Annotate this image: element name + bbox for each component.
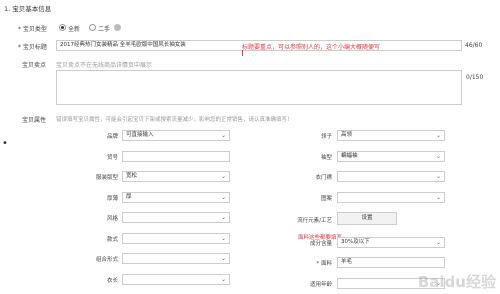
radio-used[interactable] — [89, 24, 96, 31]
attr-fit-select[interactable]: 宽松 ⌄ — [122, 171, 230, 182]
chevron-down-icon: ⌄ — [220, 173, 226, 180]
radio-new-label: 全新 — [68, 26, 81, 33]
selling-point-textarea[interactable] — [56, 70, 462, 105]
attr-sku-label: 货号 — [106, 155, 118, 161]
attr-composition-value: 30%及以下 — [341, 239, 370, 245]
chevron-down-icon: ⌄ — [220, 132, 226, 139]
attr-brand-value: 可直接输入 — [126, 132, 154, 138]
item-title-label: * 宝贝标题 — [18, 44, 47, 51]
chevron-down-icon: ⌄ — [435, 239, 441, 246]
radio-third[interactable] — [114, 24, 121, 31]
attr-placket-label: 衣门襟 — [315, 175, 332, 181]
radio-used-label: 二手 — [98, 26, 111, 33]
attr-style-select[interactable]: ⌄ — [122, 212, 230, 223]
chevron-down-icon: ⌄ — [435, 194, 441, 201]
attr-sleeve-select[interactable]: 蝙蝠袖 ⌄ — [337, 151, 445, 162]
chevron-down-icon: ⌄ — [220, 255, 226, 262]
attr-thickness-label: 厚薄 — [106, 196, 118, 202]
selling-point-counter: 0/150 — [466, 74, 484, 81]
chevron-down-icon: ⌄ — [435, 173, 441, 180]
attr-fabric-input[interactable]: 羊毛 — [337, 257, 445, 268]
attr-length-label: 衣长 — [106, 278, 118, 284]
attr-thickness-select[interactable]: 厚 ⌄ — [122, 192, 230, 203]
attr-collar-label: 领子 — [320, 134, 332, 140]
attr-sleeve-value: 蝙蝠袖 — [341, 153, 358, 159]
attributes-hint: 错误填写宝贝属性，可能会引起宝贝下架或搜索流量减少，影响您的正常销售，请认真准确… — [56, 117, 293, 123]
baidu-watermark: Baidu经验 — [417, 273, 496, 291]
attr-trend-label: 流行元素/工艺 — [297, 218, 332, 224]
attr-fit-value: 宽松 — [126, 173, 138, 179]
title-annotation: 标题要重点，可以参照别人的，这个小编大概随便写 — [242, 44, 381, 51]
attr-brand-select[interactable]: 可直接输入 ⌄ — [122, 130, 230, 141]
chevron-down-icon: ⌄ — [220, 276, 226, 283]
chevron-down-icon: ⌄ — [220, 235, 226, 242]
attr-collar-value: 高领 — [341, 132, 353, 138]
radio-new[interactable] — [59, 24, 66, 31]
chevron-down-icon: ⌄ — [435, 132, 441, 139]
attr-combo-label: 组合形式 — [95, 257, 118, 263]
attr-fabric-label: * 面料 — [316, 261, 333, 267]
attr-sleeve-label: 袖型 — [320, 155, 332, 161]
attr-composition-label: 成分含量 — [309, 241, 332, 247]
chevron-down-icon: ⌄ — [220, 214, 226, 221]
section-title: 1. 宝贝基本信息 — [4, 5, 52, 13]
attr-combo-select[interactable]: ⌄ — [122, 253, 230, 264]
selling-point-hint: 宝贝卖点不在无线商品详情页中展示 — [56, 62, 153, 69]
attr-thickness-value: 厚 — [126, 194, 132, 200]
attr-placket-select[interactable]: ⌄ — [337, 171, 445, 182]
attr-brand-label: 品牌 — [106, 134, 118, 140]
attr-style-label: 风格 — [106, 216, 118, 222]
attr-collar-select[interactable]: 高领 ⌄ — [337, 130, 445, 141]
attr-age-label: 适用年龄 — [309, 282, 332, 288]
chevron-down-icon: ⌄ — [220, 194, 226, 201]
item-type-label: * 宝贝类型 — [18, 26, 47, 33]
attr-composition-select[interactable]: 30%及以下 ⌄ — [337, 237, 445, 248]
title-annotation-underline — [242, 50, 244, 56]
attr-pattern-label: 图案 — [320, 196, 332, 202]
attr-length-select[interactable]: ⌄ — [122, 274, 230, 285]
attributes-label: 宝贝属性 — [22, 117, 47, 124]
attr-sku-input[interactable] — [122, 151, 230, 162]
attr-fit-label: 服装版型 — [95, 175, 118, 181]
attr-design-select[interactable]: ⌄ — [122, 233, 230, 244]
attr-pattern-select[interactable]: ⌄ — [337, 192, 445, 203]
attr-design-label: 款式 — [106, 237, 118, 243]
attr-trend-settings-button[interactable]: 设置 — [337, 212, 397, 225]
selling-point-label: 宝贝卖点 — [22, 62, 47, 69]
bullet-dot: • — [2, 138, 8, 149]
chevron-down-icon: ⌄ — [435, 153, 441, 160]
title-counter: 46/60 — [465, 42, 483, 49]
